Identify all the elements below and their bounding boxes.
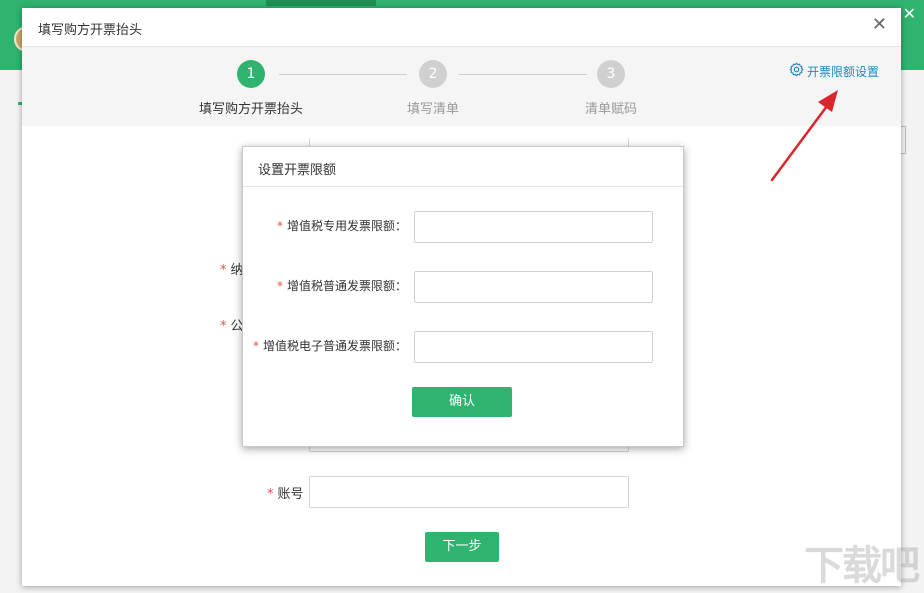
electronic-vat-limit-label: * 增值税电子普通发票限额： [252,339,407,353]
close-icon[interactable]: ✕ [872,14,887,35]
step-3: 3 清单赋码 [561,60,661,117]
step-label: 清单赋码 [584,102,637,117]
electronic-vat-limit-input[interactable] [414,331,653,363]
app-close-icon[interactable]: ✕ [903,4,916,23]
special-vat-limit-label: * 增值税专用发票限额： [276,219,407,233]
watermark: 下载吧 [804,543,920,589]
dialog-title: 填写购方开票抬头 [38,23,143,38]
step-label: 填写购方开票抬头 [198,102,303,117]
gear-icon [789,62,804,80]
next-step-button[interactable]: 下一步 [425,532,499,562]
dialog-header: 填写购方开票抬头 ✕ [22,8,901,47]
account-label: * 账号 [267,487,304,502]
company-label: * 公 [220,319,244,334]
step-number: 2 [419,60,447,88]
modal-title: 设置开票限额 [258,163,337,178]
general-vat-limit-input[interactable] [414,271,653,303]
account-input[interactable] [309,476,629,508]
invoice-limit-modal: 设置开票限额 * 增值税专用发票限额： * 增值税普通发票限额： * 增值税电子普通发… [242,146,684,447]
step-1: 1 填写购方开票抬头 [193,60,309,117]
settings-link-label: 开票限额设置 [806,64,879,79]
special-vat-limit-input[interactable] [414,211,653,243]
app-right-control [901,126,906,154]
annotation-arrow [770,90,838,182]
step-number: 1 [237,60,265,88]
app-active-tab-indicator [266,0,376,6]
general-vat-limit-label: * 增值税普通发票限额： [276,279,407,293]
invoice-limit-settings-link[interactable]: 开票限额设置 [789,62,879,80]
step-label: 填写清单 [406,102,459,117]
step-2: 2 填写清单 [383,60,483,117]
modal-header: 设置开票限额 [243,147,683,187]
taxpayer-id-label: * 纳 [220,263,244,278]
step-number: 3 [597,60,625,88]
confirm-button[interactable]: 确认 [412,387,512,417]
